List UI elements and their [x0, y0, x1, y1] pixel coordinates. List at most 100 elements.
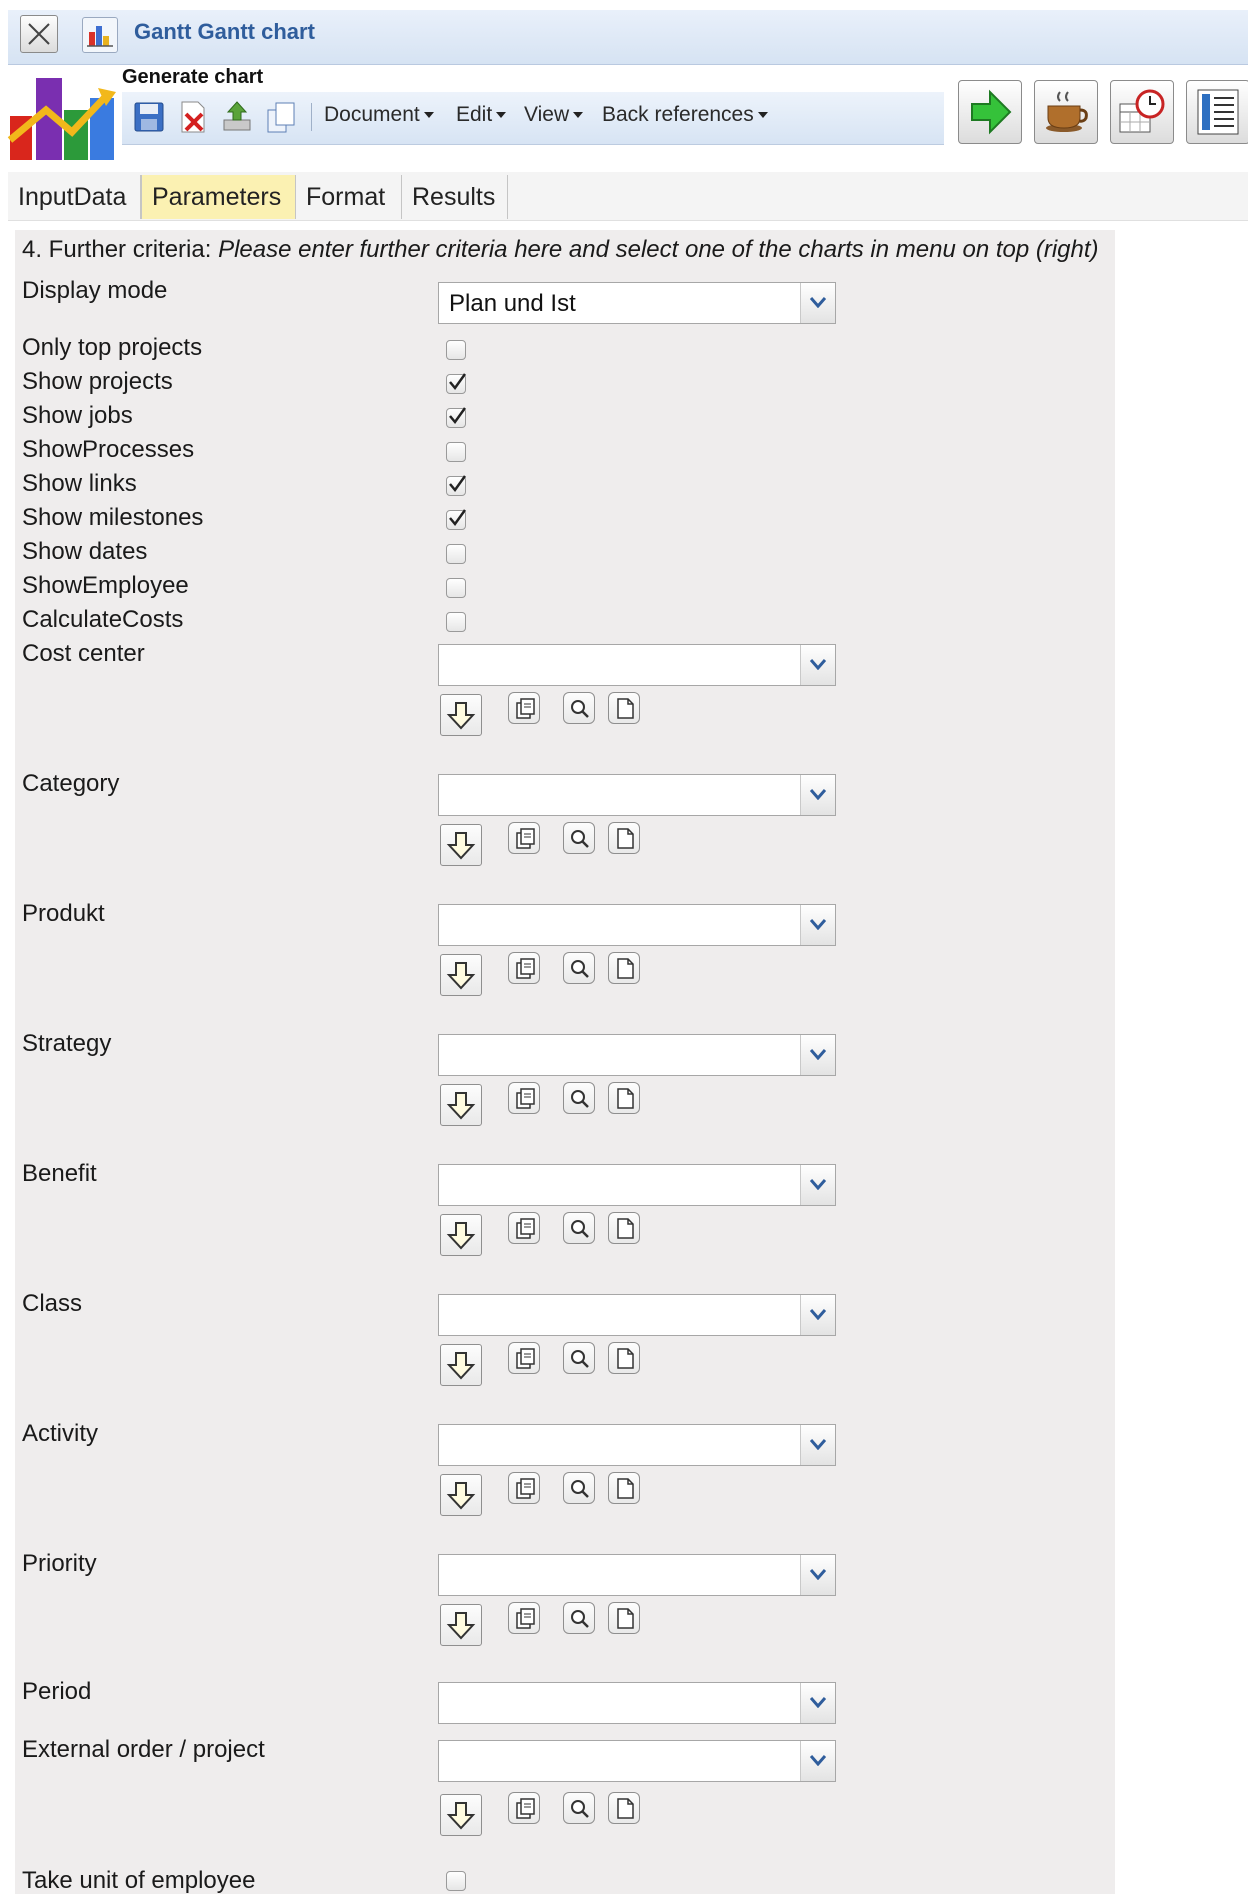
- close-button[interactable]: [20, 15, 58, 53]
- dropdown-arrow[interactable]: [800, 1165, 835, 1205]
- benefit-add-button[interactable]: [440, 1214, 482, 1256]
- priority-add-button[interactable]: [440, 1604, 482, 1646]
- period-select[interactable]: [438, 1682, 836, 1724]
- strategy-search-button[interactable]: [563, 1082, 595, 1114]
- category-select[interactable]: [438, 774, 836, 816]
- dropdown-arrow[interactable]: [800, 1741, 835, 1781]
- showemployee-checkbox[interactable]: [446, 578, 466, 598]
- external-order-copy-button[interactable]: [508, 1792, 540, 1824]
- display-mode-select[interactable]: Plan und Ist: [438, 282, 836, 324]
- tab-inputdata[interactable]: InputData: [8, 175, 141, 219]
- chevron-down-icon: [496, 112, 507, 119]
- class-add-button[interactable]: [440, 1344, 482, 1386]
- dropdown-arrow[interactable]: [800, 283, 835, 323]
- chevron-down-icon: [810, 1569, 826, 1580]
- category-add-button[interactable]: [440, 824, 482, 866]
- tab-parameters[interactable]: Parameters: [141, 175, 296, 219]
- external-order-label: External order / project: [22, 1736, 265, 1763]
- copy-icon[interactable]: [264, 100, 298, 134]
- class-search-button[interactable]: [563, 1342, 595, 1374]
- menu-view[interactable]: View: [524, 103, 584, 127]
- run-button[interactable]: [958, 80, 1022, 144]
- dropdown-arrow[interactable]: [800, 1555, 835, 1595]
- window-title: Gantt Gantt chart: [134, 19, 315, 44]
- delete-document-icon[interactable]: [176, 100, 210, 134]
- upload-icon[interactable]: [220, 100, 254, 134]
- produkt-label: Produkt: [22, 900, 105, 927]
- dropdown-arrow[interactable]: [800, 775, 835, 815]
- external-order-add-button[interactable]: [440, 1794, 482, 1836]
- external-order-select[interactable]: [438, 1740, 836, 1782]
- menu-back-references[interactable]: Back references: [602, 103, 768, 127]
- cost-center-new-document-button[interactable]: [608, 692, 640, 724]
- search-icon: [571, 830, 589, 848]
- new-document-icon: [617, 1798, 634, 1819]
- activity-new-document-button[interactable]: [608, 1472, 640, 1504]
- produkt-add-button[interactable]: [440, 954, 482, 996]
- search-icon: [571, 1350, 589, 1368]
- class-new-document-button[interactable]: [608, 1342, 640, 1374]
- cost-center-copy-button[interactable]: [508, 692, 540, 724]
- dropdown-arrow[interactable]: [800, 1035, 835, 1075]
- category-new-document-button[interactable]: [608, 822, 640, 854]
- copy-icon: [516, 1348, 535, 1369]
- external-order-search-button[interactable]: [563, 1792, 595, 1824]
- priority-select[interactable]: [438, 1554, 836, 1596]
- schedule-button[interactable]: [1110, 80, 1174, 144]
- activity-add-button[interactable]: [440, 1474, 482, 1516]
- category-label: Category: [22, 770, 120, 797]
- menu-edit[interactable]: Edit: [456, 103, 507, 127]
- show-projects-checkbox[interactable]: [446, 373, 467, 394]
- category-search-button[interactable]: [563, 822, 595, 854]
- benefit-select[interactable]: [438, 1164, 836, 1206]
- produkt-new-document-button[interactable]: [608, 952, 640, 984]
- cost-center-search-button[interactable]: [563, 692, 595, 724]
- show-dates-checkbox[interactable]: [446, 544, 466, 564]
- strategy-add-button[interactable]: [440, 1084, 482, 1126]
- strategy-new-document-button[interactable]: [608, 1082, 640, 1114]
- dropdown-arrow[interactable]: [800, 1295, 835, 1335]
- dropdown-arrow[interactable]: [800, 645, 835, 685]
- dropdown-arrow[interactable]: [800, 1425, 835, 1465]
- activity-select[interactable]: [438, 1424, 836, 1466]
- show-jobs-checkbox[interactable]: [446, 407, 467, 428]
- cost-center-select[interactable]: [438, 644, 836, 686]
- menu-document[interactable]: Document: [324, 103, 434, 127]
- benefit-copy-button[interactable]: [508, 1212, 540, 1244]
- activity-search-button[interactable]: [563, 1472, 595, 1504]
- cost-center-add-button[interactable]: [440, 694, 482, 736]
- external-order-new-document-button[interactable]: [608, 1792, 640, 1824]
- tab-format[interactable]: Format: [296, 175, 402, 219]
- strategy-select[interactable]: [438, 1034, 836, 1076]
- class-copy-button[interactable]: [508, 1342, 540, 1374]
- report-button[interactable]: [1186, 80, 1248, 144]
- showprocesses-checkbox[interactable]: [446, 442, 466, 462]
- dropdown-arrow[interactable]: [800, 1683, 835, 1723]
- activity-copy-button[interactable]: [508, 1472, 540, 1504]
- show-jobs-label: Show jobs: [22, 402, 133, 429]
- toolbar-separator: [311, 103, 312, 131]
- show-links-checkbox[interactable]: [446, 475, 467, 496]
- copy-icon: [516, 1608, 535, 1629]
- copy-icon: [516, 828, 535, 849]
- benefit-search-button[interactable]: [563, 1212, 595, 1244]
- produkt-copy-button[interactable]: [508, 952, 540, 984]
- benefit-new-document-button[interactable]: [608, 1212, 640, 1244]
- produkt-select[interactable]: [438, 904, 836, 946]
- only-top-projects-checkbox[interactable]: [446, 340, 466, 360]
- coffee-button[interactable]: [1034, 80, 1098, 144]
- save-icon[interactable]: [132, 100, 166, 134]
- show-milestones-checkbox[interactable]: [446, 509, 467, 530]
- criteria-header-text: Please enter further criteria here and s…: [218, 236, 1099, 263]
- take-unit-checkbox[interactable]: [446, 1871, 466, 1891]
- calculatecosts-checkbox[interactable]: [446, 612, 466, 632]
- priority-new-document-button[interactable]: [608, 1602, 640, 1634]
- tab-results[interactable]: Results: [402, 175, 508, 219]
- priority-copy-button[interactable]: [508, 1602, 540, 1634]
- strategy-copy-button[interactable]: [508, 1082, 540, 1114]
- produkt-search-button[interactable]: [563, 952, 595, 984]
- category-copy-button[interactable]: [508, 822, 540, 854]
- dropdown-arrow[interactable]: [800, 905, 835, 945]
- class-select[interactable]: [438, 1294, 836, 1336]
- priority-search-button[interactable]: [563, 1602, 595, 1634]
